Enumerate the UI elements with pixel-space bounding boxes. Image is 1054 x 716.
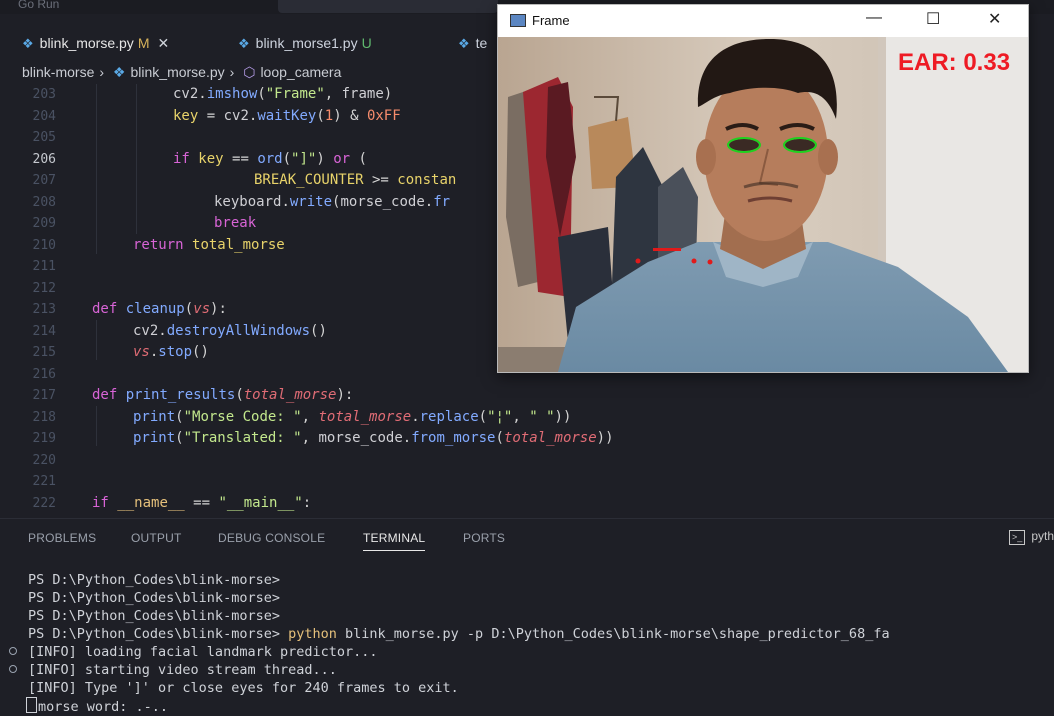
breadcrumb-file[interactable]: blink_morse.py <box>130 64 224 80</box>
tab-te[interactable]: ❖ te <box>458 30 487 56</box>
close-icon[interactable]: ✕ <box>157 35 169 51</box>
terminal-line: morse word: .-.. <box>26 697 168 715</box>
indent-guide <box>96 84 97 254</box>
tab-output[interactable]: OUTPUT <box>131 531 182 545</box>
command-status-dot-icon <box>9 647 17 655</box>
close-button[interactable]: ✕ <box>988 9 1001 29</box>
window-app-icon <box>510 14 526 27</box>
terminal-line: [INFO] loading facial landmark predictor… <box>28 644 378 660</box>
chevron-right-icon: › <box>229 64 235 80</box>
tab-terminal[interactable]: TERMINAL <box>363 531 426 551</box>
untracked-badge: U <box>361 35 372 51</box>
minimize-button[interactable]: — <box>866 9 882 27</box>
terminal-command-line: PS D:\Python_Codes\blink-morse> python b… <box>28 626 890 642</box>
python-file-icon: ❖ <box>238 36 250 51</box>
webcam-image <box>498 37 1028 372</box>
tab-label: blink_morse1.py <box>255 35 358 51</box>
terminal-line: PS D:\Python_Codes\blink-morse> <box>28 572 280 588</box>
tab-blink-morse1[interactable]: ❖ blink_morse1.py U <box>238 30 372 56</box>
tab-debug-console[interactable]: DEBUG CONSOLE <box>218 531 325 545</box>
tab-label: te <box>475 35 488 51</box>
camera-feed: EAR: 0.33 <box>498 37 1028 372</box>
terminal-shell-button[interactable]: >_ pyth <box>1009 529 1054 545</box>
breadcrumb-symbol[interactable]: loop_camera <box>260 64 341 80</box>
modified-badge: M <box>137 35 150 51</box>
frame-title: Frame <box>532 13 570 28</box>
python-file-icon: ❖ <box>22 36 34 51</box>
tab-label: blink_morse.py <box>39 35 134 51</box>
breadcrumb: blink-morse › ❖ blink_morse.py › ⬡ loop_came… <box>22 64 346 81</box>
terminal-line: PS D:\Python_Codes\blink-morse> <box>28 608 280 624</box>
breadcrumb-folder[interactable]: blink-morse <box>22 64 94 80</box>
command-center[interactable] <box>278 0 498 13</box>
symbol-method-icon: ⬡ <box>243 64 256 80</box>
tab-problems[interactable]: PROBLEMS <box>28 531 96 545</box>
frame-title-bar[interactable]: Frame — ☐ ✕ <box>498 5 1028 37</box>
panel-tabs: PROBLEMS OUTPUT DEBUG CONSOLE TERMINAL P… <box>0 519 1054 557</box>
tab-ports[interactable]: PORTS <box>463 531 505 545</box>
terminal-icon: >_ <box>1009 530 1026 545</box>
terminal-cursor <box>26 697 37 713</box>
command-status-dot-icon <box>9 665 17 673</box>
indent-guide <box>96 406 97 446</box>
python-file-icon: ❖ <box>458 36 470 51</box>
menu-bar[interactable]: Go Run <box>18 0 59 11</box>
chevron-right-icon: › <box>99 64 105 80</box>
terminal-line: PS D:\Python_Codes\blink-morse> <box>28 590 280 606</box>
ear-readout: EAR: 0.33 <box>898 49 1011 76</box>
tab-blink-morse[interactable]: ❖ blink_morse.py M ✕ <box>22 30 169 56</box>
bottom-panel: PROBLEMS OUTPUT DEBUG CONSOLE TERMINAL P… <box>0 518 1054 715</box>
frame-window[interactable]: Frame — ☐ ✕ EAR: 0.33 <box>497 4 1029 373</box>
indent-guide <box>96 320 97 360</box>
terminal-line: [INFO] starting video stream thread... <box>28 662 337 678</box>
indent-guide <box>136 84 137 234</box>
maximize-button[interactable]: ☐ <box>926 9 940 29</box>
python-file-icon: ❖ <box>112 64 126 80</box>
terminal-line: [INFO] Type ']' or close eyes for 240 fr… <box>28 680 459 696</box>
